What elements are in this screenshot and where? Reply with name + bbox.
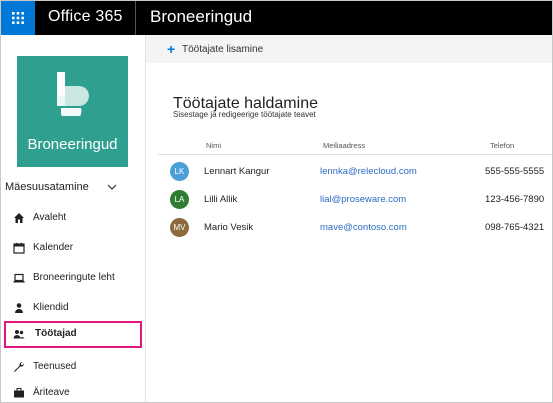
staff-phone: 098-765-4321: [485, 222, 545, 233]
suite-title[interactable]: Office 365: [48, 8, 123, 26]
plus-icon: +: [167, 41, 176, 57]
wrench-icon: [14, 361, 25, 372]
people-icon: [13, 330, 25, 339]
avatar: LA: [170, 190, 189, 209]
avatar: MV: [170, 218, 189, 237]
sidebar-item-business-info[interactable]: Äriteave: [1, 382, 145, 402]
sidebar-item-label: Töötajad: [35, 328, 77, 339]
staff-phone: 555-555-5555: [485, 166, 545, 177]
table-header-divider: [158, 154, 552, 155]
table-row[interactable]: MV Mario Vesik mave@contoso.com 098-765-…: [146, 214, 552, 242]
tile-name: Broneeringud: [27, 136, 118, 153]
staff-email[interactable]: mave@contoso.com: [320, 222, 407, 233]
table-row[interactable]: LA Lilli Allik lial@proseware.com 123-45…: [146, 186, 552, 214]
top-bar: Office 365 Broneeringud: [1, 1, 552, 35]
sidebar-item-booking-page[interactable]: Broneeringute leht: [1, 267, 145, 291]
staff-name: Lilli Allik: [204, 194, 238, 205]
sidebar-item-label: Äriteave: [33, 387, 70, 398]
sidebar: Broneeringud Mäesuusatamine Avaleht Kale…: [1, 35, 146, 402]
person-icon: [15, 303, 23, 313]
home-icon: [14, 213, 24, 223]
bookings-logo-icon: [57, 72, 89, 116]
column-header-name[interactable]: Nimi: [206, 141, 221, 150]
sidebar-item-label: Kliendid: [33, 302, 69, 313]
laptop-icon: [13, 273, 25, 283]
staff-email[interactable]: lial@proseware.com: [320, 194, 406, 205]
sidebar-item-customers[interactable]: Kliendid: [1, 297, 145, 321]
bookings-tile: Broneeringud: [17, 56, 128, 167]
sidebar-item-label: Broneeringute leht: [33, 272, 115, 283]
sidebar-item-label: Kalender: [33, 242, 74, 253]
page-subtitle: Sisestage ja redigeerige töötajate teave…: [173, 110, 316, 119]
staff-name: Lennart Kangur: [204, 166, 270, 177]
app-launcher-icon[interactable]: [1, 1, 35, 35]
column-header-phone[interactable]: Telefon: [490, 141, 514, 150]
chevron-down-icon[interactable]: [107, 184, 117, 190]
table-row[interactable]: LK Lennart Kangur lennka@relecloud.com 5…: [146, 158, 552, 186]
sidebar-item-label: Avaleht: [33, 212, 67, 223]
avatar: LK: [170, 162, 189, 181]
briefcase-icon: [14, 388, 24, 398]
app-title: Broneeringud: [150, 7, 253, 26]
sidebar-item-label: Teenused: [33, 361, 77, 372]
sidebar-item-staff[interactable]: Töötajad: [1, 323, 145, 347]
header-divider: [135, 1, 136, 35]
business-selector[interactable]: Mäesuusatamine: [5, 181, 89, 193]
staff-email[interactable]: lennka@relecloud.com: [320, 166, 417, 177]
calendar-icon: [13, 242, 25, 254]
sidebar-item-calendar[interactable]: Kalender: [1, 237, 145, 261]
app-window: Office 365 Broneeringud Broneeringud Mäe…: [0, 0, 553, 403]
add-staff-label: Töötajate lisamine: [182, 44, 264, 55]
command-bar: + Töötajate lisamine: [146, 35, 552, 63]
main-content: + Töötajate lisamine Töötajate haldamine…: [146, 35, 552, 402]
sidebar-item-services[interactable]: Teenused: [1, 356, 145, 380]
column-header-email[interactable]: Meiliaadress: [323, 141, 365, 150]
staff-phone: 123-456-7890: [485, 194, 545, 205]
staff-name: Mario Vesik: [204, 222, 254, 233]
sidebar-item-home[interactable]: Avaleht: [1, 207, 145, 231]
